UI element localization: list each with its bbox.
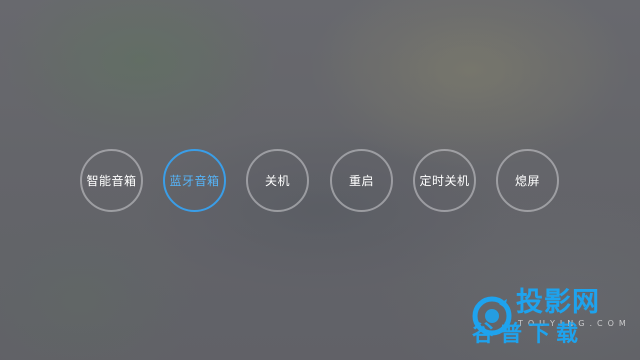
bluetooth-speaker-label: 蓝牙音箱: [169, 174, 220, 188]
scheduled-shutdown-button[interactable]: 定时关机: [413, 149, 476, 212]
restart-button[interactable]: 重启: [330, 149, 393, 212]
watermark-title: 投影网: [516, 287, 600, 318]
watermark-subtitle: 谷普下载: [472, 322, 585, 347]
power-off-label: 关机: [264, 174, 290, 188]
screen-off-button[interactable]: 熄屏: [496, 149, 559, 212]
restart-label: 重启: [348, 174, 374, 188]
screen-off-label: 熄屏: [514, 174, 540, 188]
power-menu: 智能音箱 蓝牙音箱 关机 重启 定时关机 熄屏: [80, 149, 560, 212]
site-watermark: 投影网 TOUYING.COM 谷普下载: [472, 288, 636, 356]
smart-speaker-button[interactable]: 智能音箱: [80, 149, 143, 212]
smart-speaker-label: 智能音箱: [86, 174, 137, 188]
scheduled-shutdown-label: 定时关机: [419, 174, 470, 188]
bluetooth-speaker-button[interactable]: 蓝牙音箱: [163, 149, 226, 212]
power-off-button[interactable]: 关机: [246, 149, 309, 212]
